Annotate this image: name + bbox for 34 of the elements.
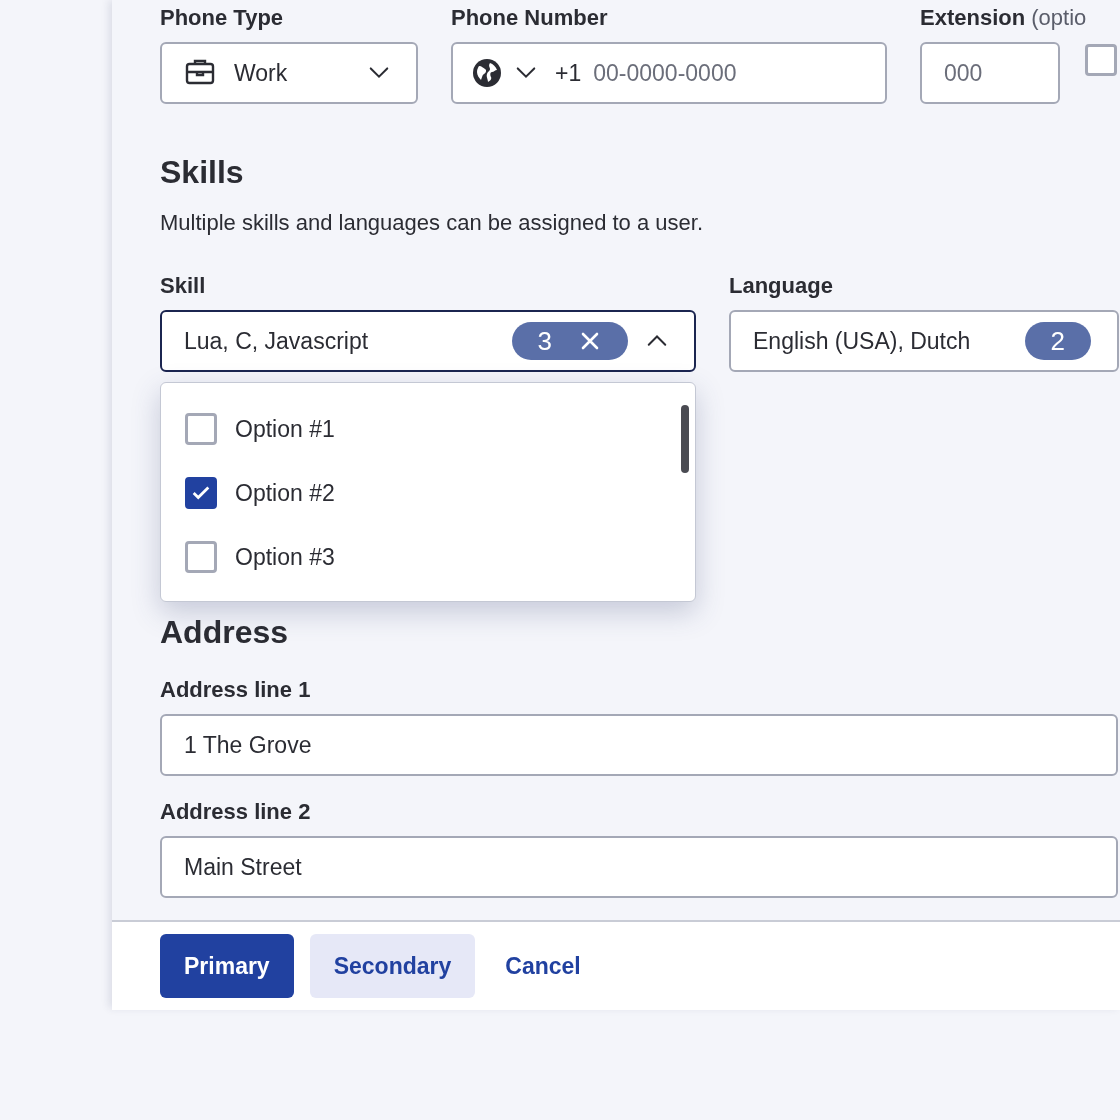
field-label: Language: [729, 272, 834, 300]
phone-number-field[interactable]: +1 00-0000-0000: [451, 42, 887, 104]
scrollbar[interactable]: [681, 405, 689, 473]
field-label: Address line 1: [160, 676, 312, 704]
number-input[interactable]: 00-0000-0000: [593, 59, 867, 87]
section-heading: Skills: [160, 153, 245, 192]
field-label: Phone Number: [451, 4, 609, 32]
text-field[interactable]: Main Street: [160, 836, 1118, 898]
text-field[interactable]: 1 The Grove: [160, 714, 1118, 776]
checkbox[interactable]: [185, 541, 217, 573]
option-label[interactable]: Option #1: [235, 415, 335, 443]
section-description: Multiple skills and languages can be assigned to a user.: [160, 209, 704, 237]
checkbox[interactable]: [185, 477, 217, 509]
option-label[interactable]: Option #2: [235, 479, 335, 507]
secondary-button[interactable]: Secondary: [309, 934, 476, 998]
count-badge[interactable]: 2: [1024, 322, 1091, 360]
phone-type-select[interactable]: Work: [160, 42, 418, 104]
count-badge[interactable]: 3: [511, 322, 628, 360]
field-label: Extension: [920, 5, 1026, 30]
language-select[interactable]: English (USA), Dutch 2: [729, 310, 1119, 372]
extension-field[interactable]: 000: [920, 42, 1060, 104]
skill-select[interactable]: Lua, C, Javascript 3: [160, 310, 696, 372]
checkbox[interactable]: [1085, 44, 1117, 76]
country-code: +1: [555, 59, 582, 87]
globe-icon: [471, 57, 503, 89]
field-label: Skill: [160, 272, 207, 300]
field-hint: (optio: [1031, 5, 1087, 30]
checkbox[interactable]: [185, 413, 217, 445]
field-label: Address line 2: [160, 798, 312, 826]
cancel-link[interactable]: Cancel: [491, 934, 595, 998]
field-label: Phone Type: [160, 4, 285, 32]
section-heading: Address: [160, 613, 290, 652]
option-label[interactable]: Option #3: [235, 543, 335, 571]
primary-button[interactable]: Primary: [160, 934, 294, 998]
